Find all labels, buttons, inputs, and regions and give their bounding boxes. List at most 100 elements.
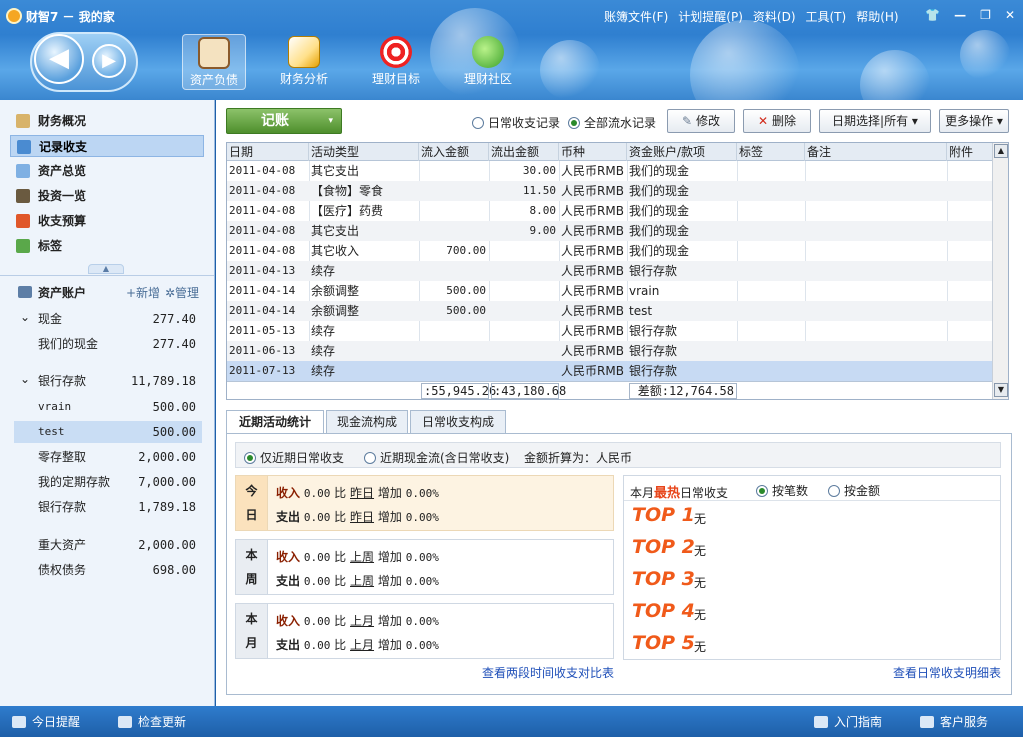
tab-cashflow[interactable]: 现金流构成 [326, 410, 408, 434]
column-header[interactable]: 币种 [559, 143, 627, 161]
compare-period-link[interactable]: 昨日 [350, 486, 374, 500]
sidebar-item-overview[interactable]: 财务概况 [10, 110, 204, 132]
date-filter-dropdown[interactable]: 日期选择|所有 ▾ [819, 109, 931, 133]
table-row[interactable]: 2011-04-08 其它支出 30.00 人民币RMB 我们的现金 [227, 161, 994, 181]
table-row[interactable]: 2011-06-13 续存 人民币RMB 银行存款 [227, 341, 994, 361]
radio-by-amount[interactable]: 按金额 [828, 482, 880, 499]
guide-button[interactable]: 入门指南 [814, 713, 882, 730]
module-assets[interactable]: 资产负债 [182, 34, 246, 90]
column-header[interactable]: 日期 [227, 143, 309, 161]
scroll-down-icon[interactable]: ▼ [994, 383, 1008, 397]
target-icon [380, 36, 412, 68]
daily-detail-link[interactable]: 查看日常收支明细表 [893, 664, 1001, 681]
period-label-char: 本 [245, 548, 258, 562]
table-row[interactable]: 2011-05-13 续存 人民币RMB 银行存款 [227, 321, 994, 341]
account-item[interactable]: vrain 500.00 [14, 396, 202, 418]
account-amount: 698.00 [152, 563, 196, 577]
radio-all-records[interactable]: 全部流水记录 [568, 114, 656, 131]
radio-by-count[interactable]: 按笔数 [756, 482, 808, 499]
module-community[interactable]: 理财社区 [456, 34, 520, 90]
sidebar-item-investments[interactable]: 投资一览 [10, 185, 204, 207]
chevron-down-icon[interactable]: ⌄ [20, 306, 30, 328]
table-row[interactable]: 2011-04-13 续存 人民币RMB 银行存款 [227, 261, 994, 281]
check-update-button[interactable]: 检查更新 [118, 713, 186, 730]
top-value: 无 [694, 608, 707, 622]
account-group[interactable]: ⌄ 现金 277.40 [14, 308, 202, 330]
column-header[interactable]: 标签 [737, 143, 805, 161]
table-row[interactable]: 2011-04-14 余额调整 500.00 人民币RMB vrain [227, 281, 994, 301]
table-row[interactable]: 2011-04-08 【医疗】药费 8.00 人民币RMB 我们的现金 [227, 201, 994, 221]
change-percent: 0.00% [405, 615, 439, 628]
radio-circle-selected [756, 484, 768, 497]
sidebar-item-records[interactable]: 记录收支 [10, 135, 204, 157]
income-label: 收入 [276, 614, 301, 628]
column-header[interactable]: 附件 [947, 143, 994, 161]
restore-icon[interactable]: ❐ [980, 8, 991, 22]
compare-period-link[interactable]: 上月 [350, 614, 374, 628]
toolbar: 记账 ▾ 日常收支记录 全部流水记录 ✎ 修改 ✕ 删除 日期选择|所有 ▾ 更… [216, 100, 1023, 142]
table-cell: 我们的现金 [629, 184, 690, 198]
account-group[interactable]: ⌄ 银行存款 11,789.18 [14, 370, 202, 392]
compare-word: 比 [334, 614, 347, 628]
module-analysis[interactable]: 财务分析 [272, 34, 336, 90]
forward-button[interactable]: ▶ [92, 44, 126, 78]
compare-period-link[interactable]: 上周 [350, 574, 374, 588]
account-item[interactable]: 重大资产 2,000.00 [14, 534, 202, 556]
column-header[interactable]: 资金账户/款项 [627, 143, 737, 161]
table-row[interactable]: 2011-04-08 【食物】零食 11.50 人民币RMB 我们的现金 [227, 181, 994, 201]
compare-period-link[interactable]: 昨日 [350, 510, 374, 524]
minimize-icon[interactable]: — [954, 8, 966, 22]
back-button[interactable]: ◀ [34, 34, 84, 84]
radio-recent-cashflow[interactable]: 近期现金流(含日常收支) [364, 449, 509, 466]
table-cell [419, 261, 489, 281]
table-row[interactable]: 2011-07-13 续存 人民币RMB 银行存款 [227, 361, 994, 381]
table-row[interactable]: 2011-04-08 其它收入 700.00 人民币RMB 我们的现金 [227, 241, 994, 261]
compare-link[interactable]: 查看两段时间收支对比表 [482, 664, 614, 681]
radio-recent-daily[interactable]: 仅近期日常收支 [244, 449, 344, 466]
reminder-button[interactable]: 今日提醒 [12, 713, 80, 730]
chevron-down-icon[interactable]: ⌄ [20, 368, 30, 390]
column-header[interactable]: 流入金额 [419, 143, 489, 161]
skin-icon[interactable]: 👕 [925, 8, 940, 22]
table-row[interactable]: 2011-04-08 其它支出 9.00 人民币RMB 我们的现金 [227, 221, 994, 241]
account-item[interactable]: 零存整取 2,000.00 [14, 446, 202, 468]
tab-recent-stats[interactable]: 近期活动统计 [226, 410, 324, 435]
compare-period-link[interactable]: 上周 [350, 550, 374, 564]
column-header[interactable]: 流出金额 [489, 143, 559, 161]
period-label: 今日 [236, 476, 268, 530]
collapse-toggle[interactable]: ▲ [88, 264, 124, 274]
customer-service-button[interactable]: 客户服务 [920, 713, 988, 730]
account-item[interactable]: test 500.00 [14, 421, 202, 443]
expense-line: 支出 0.00 比 上月 增加 0.00% [276, 636, 439, 653]
menu-item-plan[interactable]: 计划提醒(P) [678, 8, 743, 25]
sidebar-item-budget[interactable]: 收支预算 [10, 210, 204, 232]
manage-accounts-button[interactable]: ✲管理 [165, 284, 199, 301]
column-header[interactable]: 备注 [805, 143, 947, 161]
scroll-up-icon[interactable]: ▲ [994, 144, 1008, 158]
chevron-down-icon[interactable]: ▾ [328, 109, 333, 133]
account-item[interactable]: 债权债务 698.00 [14, 559, 202, 581]
vertical-scrollbar[interactable]: ▲ ▼ [992, 143, 1008, 399]
menu-item-tools[interactable]: 工具(T) [806, 8, 847, 25]
record-entry-button[interactable]: 记账 ▾ [226, 108, 342, 134]
menu-item-data[interactable]: 资料(D) [753, 8, 796, 25]
column-header[interactable]: 活动类型 [309, 143, 419, 161]
close-icon[interactable]: ✕ [1005, 8, 1015, 22]
account-item[interactable]: 我的定期存款 7,000.00 [14, 471, 202, 493]
account-item[interactable]: 我们的现金 277.40 [14, 333, 202, 355]
more-actions-dropdown[interactable]: 更多操作 ▾ [939, 109, 1009, 133]
period-label-char: 周 [245, 572, 258, 586]
sidebar-item-assets[interactable]: 资产总览 [10, 160, 204, 182]
compare-period-link[interactable]: 上月 [350, 638, 374, 652]
menu-item-help[interactable]: 帮助(H) [856, 8, 898, 25]
account-item[interactable]: 银行存款 1,789.18 [14, 496, 202, 518]
add-account-button[interactable]: +新增 [126, 284, 160, 301]
edit-button[interactable]: ✎ 修改 [667, 109, 735, 133]
menu-item-file[interactable]: 账簿文件(F) [604, 8, 668, 25]
radio-daily-records[interactable]: 日常收支记录 [472, 114, 560, 131]
tab-daily-composition[interactable]: 日常收支构成 [410, 410, 506, 434]
delete-button[interactable]: ✕ 删除 [743, 109, 811, 133]
module-goals[interactable]: 理财目标 [364, 34, 428, 90]
sidebar-item-tags[interactable]: 标签 [10, 235, 204, 257]
table-row[interactable]: 2011-04-14 余额调整 500.00 人民币RMB test [227, 301, 994, 321]
